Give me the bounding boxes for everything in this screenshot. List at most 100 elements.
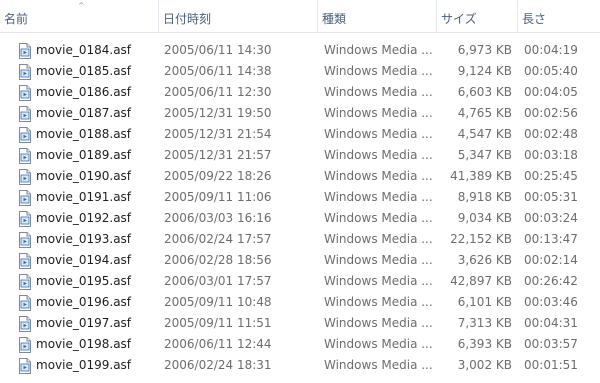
- file-name[interactable]: movie_0189.asf: [36, 145, 156, 166]
- column-header-type-label: 種類: [322, 12, 347, 26]
- file-length: 00:03:57: [524, 337, 578, 351]
- file-row[interactable]: movie_0195.asf 2006/03/01 17:57 Windows Me…: [0, 271, 600, 292]
- file-row[interactable]: movie_0199.asf 2006/02/24 18:31 Windows Me…: [0, 355, 600, 376]
- file-name[interactable]: movie_0190.asf: [36, 166, 156, 187]
- file-row[interactable]: movie_0186.asf 2005/06/11 12:30 Windows Me…: [0, 82, 600, 103]
- windows-media-file-icon: [18, 337, 32, 353]
- file-name[interactable]: movie_0194.asf: [36, 250, 156, 271]
- file-type: Windows Media ...: [324, 337, 433, 351]
- column-header-date-label: 日付時刻: [163, 12, 212, 26]
- file-icon-cell: [18, 355, 32, 376]
- file-length: 00:01:51: [524, 358, 578, 372]
- windows-media-file-icon: [18, 43, 32, 59]
- file-row[interactable]: movie_0196.asf 2005/09/11 10:48 Windows Me…: [0, 292, 600, 313]
- file-size: 5,347 KB: [457, 148, 512, 162]
- file-length: 00:04:05: [524, 85, 578, 99]
- file-icon-cell: [18, 145, 32, 166]
- column-header-bar: 名前 ^ 日付時刻 種類 サイズ 長さ: [0, 0, 600, 33]
- file-type: Windows Media ...: [324, 253, 433, 267]
- file-name[interactable]: movie_0191.asf: [36, 187, 156, 208]
- file-size: 9,124 KB: [457, 64, 512, 78]
- file-icon-cell: [18, 187, 32, 208]
- windows-media-file-icon: [18, 316, 32, 332]
- windows-media-file-icon: [18, 127, 32, 143]
- file-date: 2006/02/24 18:31: [164, 358, 272, 372]
- file-name[interactable]: movie_0199.asf: [36, 355, 156, 376]
- file-row[interactable]: movie_0193.asf 2006/02/24 17:57 Windows Me…: [0, 229, 600, 250]
- file-date: 2006/02/24 17:57: [164, 232, 272, 246]
- file-name[interactable]: movie_0187.asf: [36, 103, 156, 124]
- file-name[interactable]: movie_0192.asf: [36, 208, 156, 229]
- file-icon-cell: [18, 292, 32, 313]
- file-row[interactable]: movie_0188.asf 2005/12/31 21:54 Windows Me…: [0, 124, 600, 145]
- file-date: 2005/09/11 11:51: [164, 316, 272, 330]
- file-date: 2005/09/22 18:26: [164, 169, 272, 183]
- file-row[interactable]: movie_0184.asf 2005/06/11 14:30 Windows Me…: [0, 40, 600, 61]
- file-row[interactable]: movie_0189.asf 2005/12/31 21:57 Windows Me…: [0, 145, 600, 166]
- file-list-view: 名前 ^ 日付時刻 種類 サイズ 長さ movie_0184.asf 2005/0…: [0, 0, 600, 383]
- file-date: 2005/06/11 14:38: [164, 64, 272, 78]
- file-row[interactable]: movie_0194.asf 2006/02/28 18:56 Windows Me…: [0, 250, 600, 271]
- file-length: 00:03:24: [524, 211, 578, 225]
- file-name[interactable]: movie_0188.asf: [36, 124, 156, 145]
- file-name[interactable]: movie_0184.asf: [36, 40, 156, 61]
- file-icon-cell: [18, 124, 32, 145]
- file-row[interactable]: movie_0192.asf 2006/03/03 16:16 Windows Me…: [0, 208, 600, 229]
- file-row[interactable]: movie_0187.asf 2005/12/31 19:50 Windows Me…: [0, 103, 600, 124]
- file-name[interactable]: movie_0185.asf: [36, 61, 156, 82]
- windows-media-file-icon: [18, 211, 32, 227]
- column-header-type[interactable]: 種類: [318, 0, 436, 32]
- file-row[interactable]: movie_0191.asf 2005/09/11 11:06 Windows Me…: [0, 187, 600, 208]
- file-name[interactable]: movie_0198.asf: [36, 334, 156, 355]
- windows-media-file-icon: [18, 106, 32, 122]
- file-date: 2005/06/11 14:30: [164, 43, 272, 57]
- file-name[interactable]: movie_0196.asf: [36, 292, 156, 313]
- file-length: 00:05:40: [524, 64, 578, 78]
- file-icon-cell: [18, 208, 32, 229]
- windows-media-file-icon: [18, 295, 32, 311]
- file-date: 2006/02/28 18:56: [164, 253, 272, 267]
- file-type: Windows Media ...: [324, 43, 433, 57]
- file-icon-cell: [18, 313, 32, 334]
- file-date: 2006/03/03 16:16: [164, 211, 272, 225]
- windows-media-file-icon: [18, 232, 32, 248]
- file-icon-cell: [18, 61, 32, 82]
- file-icon-cell: [18, 82, 32, 103]
- file-size: 3,626 KB: [457, 253, 512, 267]
- column-header-name[interactable]: 名前 ^: [0, 0, 158, 32]
- file-size: 6,603 KB: [457, 85, 512, 99]
- file-type: Windows Media ...: [324, 211, 433, 225]
- file-size: 6,393 KB: [457, 337, 512, 351]
- file-size: 7,313 KB: [457, 316, 512, 330]
- file-date: 2005/09/11 11:06: [164, 190, 272, 204]
- file-row[interactable]: movie_0197.asf 2005/09/11 11:51 Windows Me…: [0, 313, 600, 334]
- file-date: 2005/12/31 19:50: [164, 106, 272, 120]
- file-name[interactable]: movie_0195.asf: [36, 271, 156, 292]
- windows-media-file-icon: [18, 148, 32, 164]
- file-type: Windows Media ...: [324, 85, 433, 99]
- column-header-size[interactable]: サイズ: [437, 0, 517, 32]
- windows-media-file-icon: [18, 169, 32, 185]
- file-type: Windows Media ...: [324, 148, 433, 162]
- file-size: 6,973 KB: [457, 43, 512, 57]
- file-row[interactable]: movie_0190.asf 2005/09/22 18:26 Windows Me…: [0, 166, 600, 187]
- file-row[interactable]: movie_0198.asf 2006/06/11 12:44 Windows Me…: [0, 334, 600, 355]
- file-length: 00:02:56: [524, 106, 578, 120]
- file-icon-cell: [18, 103, 32, 124]
- windows-media-file-icon: [18, 85, 32, 101]
- file-row[interactable]: movie_0185.asf 2005/06/11 14:38 Windows Me…: [0, 61, 600, 82]
- file-name[interactable]: movie_0186.asf: [36, 82, 156, 103]
- file-date: 2005/09/11 10:48: [164, 295, 272, 309]
- file-type: Windows Media ...: [324, 106, 433, 120]
- file-length: 00:25:45: [524, 169, 578, 183]
- windows-media-file-icon: [18, 64, 32, 80]
- column-header-length-label: 長さ: [522, 12, 547, 26]
- file-name[interactable]: movie_0193.asf: [36, 229, 156, 250]
- file-date: 2005/06/11 12:30: [164, 85, 272, 99]
- column-header-date[interactable]: 日付時刻: [159, 0, 317, 32]
- file-type: Windows Media ...: [324, 127, 433, 141]
- column-header-length[interactable]: 長さ: [518, 0, 600, 32]
- file-size: 9,034 KB: [457, 211, 512, 225]
- column-header-name-label: 名前: [4, 12, 29, 26]
- file-name[interactable]: movie_0197.asf: [36, 313, 156, 334]
